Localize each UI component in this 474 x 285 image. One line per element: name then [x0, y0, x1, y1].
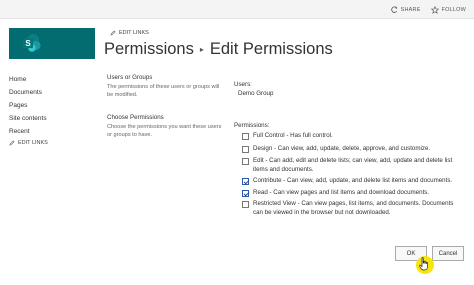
- permission-option-edit[interactable]: Edit - Can add, edit and delete lists; c…: [242, 157, 459, 174]
- nav-item-home[interactable]: Home: [9, 73, 48, 86]
- sharepoint-logo-icon: S: [23, 34, 41, 52]
- edit-label: Edit - Can add, edit and delete lists; c…: [253, 157, 453, 173]
- cancel-button[interactable]: Cancel: [432, 246, 464, 261]
- contribute-label: Contribute - Can view, add, update, and …: [253, 177, 453, 184]
- permissions-label: Permissions:: [234, 122, 270, 129]
- users-label: Users:: [234, 81, 252, 88]
- site-logo[interactable]: S: [9, 28, 95, 59]
- nav-edit-links-button[interactable]: EDIT LINKS: [9, 140, 48, 146]
- breadcrumb-permissions[interactable]: Permissions: [104, 40, 194, 59]
- share-label: SHARE: [400, 6, 421, 13]
- logo-letter: S: [25, 39, 31, 48]
- full-control-checkbox[interactable]: [242, 133, 249, 140]
- edit-checkbox[interactable]: [242, 158, 249, 165]
- share-button[interactable]: SHARE: [390, 6, 421, 14]
- nav-item-recent[interactable]: Recent: [9, 125, 48, 138]
- permissions-section-description: Choose the permissions you want these us…: [107, 124, 222, 138]
- users-section-title: Users or Groups: [107, 74, 153, 81]
- users-section-description: The permissions of these users or groups…: [107, 84, 220, 98]
- breadcrumb-current: Edit Permissions: [209, 40, 333, 58]
- edit-links-top-label: EDIT LINKS: [119, 30, 149, 36]
- pencil-icon: [110, 30, 116, 36]
- nav-item-site-contents[interactable]: Site contents: [9, 112, 48, 125]
- full-control-label: Full Control - Has full control.: [253, 132, 333, 139]
- nav-edit-links-label: EDIT LINKS: [18, 140, 48, 146]
- page-actions: SHARE FOLLOW: [390, 0, 466, 19]
- permission-option-contribute[interactable]: Contribute - Can view, add, update, and …: [242, 177, 459, 186]
- hand-cursor-icon: [419, 257, 428, 271]
- contribute-checkbox[interactable]: [242, 178, 249, 185]
- left-navigation: Home Documents Pages Site contents Recen…: [9, 73, 48, 146]
- nav-item-pages[interactable]: Pages: [9, 99, 48, 112]
- users-value: Demo Group: [238, 90, 274, 97]
- restricted-view-checkbox[interactable]: [242, 201, 249, 208]
- follow-label: FOLLOW: [441, 6, 466, 13]
- read-label: Read - Can view pages and list items and…: [253, 189, 430, 196]
- permission-option-full-control[interactable]: Full Control - Has full control.: [242, 132, 459, 141]
- suite-top-bar: SHARE FOLLOW: [0, 0, 474, 19]
- edit-links-top-button[interactable]: EDIT LINKS: [110, 30, 149, 36]
- follow-button[interactable]: FOLLOW: [430, 5, 466, 14]
- restricted-view-label: Restricted View - Can view pages, list i…: [253, 200, 454, 216]
- permission-option-restricted-view[interactable]: Restricted View - Can view pages, list i…: [242, 200, 459, 217]
- permission-option-design[interactable]: Design - Can view, add, update, delete, …: [242, 145, 459, 154]
- read-checkbox[interactable]: [242, 190, 249, 197]
- design-checkbox[interactable]: [242, 146, 249, 153]
- nav-item-documents[interactable]: Documents: [9, 86, 48, 99]
- pencil-icon: [9, 140, 15, 146]
- page-title: Permissions ▸ Edit Permissions: [104, 40, 333, 59]
- design-label: Design - Can view, add, update, delete, …: [253, 145, 431, 152]
- star-icon: [430, 5, 439, 14]
- permissions-section-title: Choose Permissions: [107, 114, 164, 121]
- permission-option-read[interactable]: Read - Can view pages and list items and…: [242, 189, 459, 198]
- breadcrumb-separator-icon: ▸: [199, 45, 204, 54]
- share-icon: [390, 6, 397, 13]
